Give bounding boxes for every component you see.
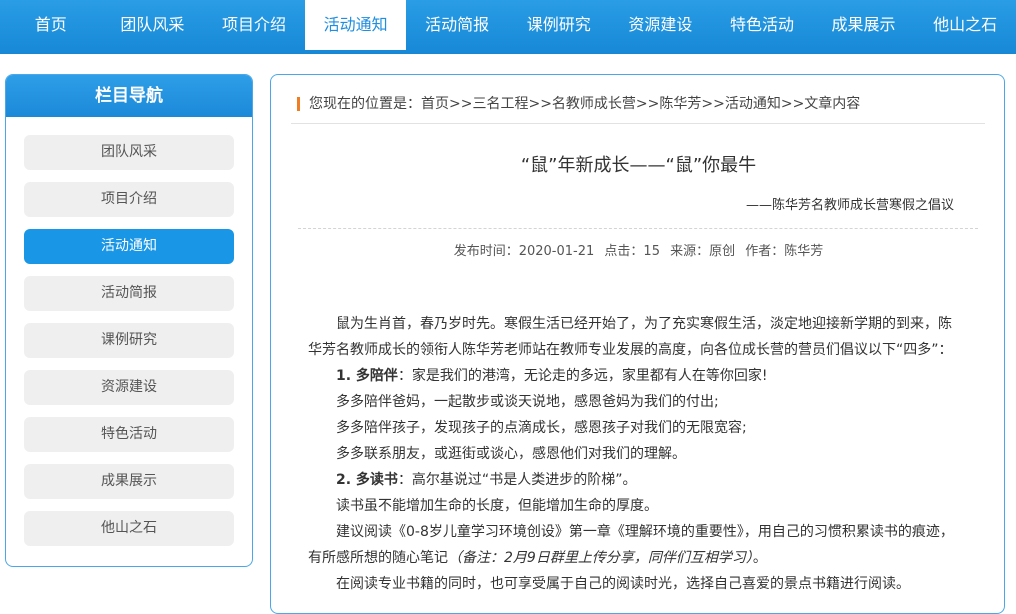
sidebar-item-achievements[interactable]: 成果展示 — [24, 464, 234, 499]
section-2-line: 读书虽不能增加生命的长度，但能增加生命的厚度。 — [336, 498, 658, 514]
nav-activity-notice[interactable]: 活动通知 — [304, 0, 407, 50]
article-meta: 发布时间：2020-01-21 点击：15 来源：原创 作者：陈华芳 — [271, 240, 1004, 259]
section-2-reading-suggestion: 建议阅读《0-8岁儿童学习环境创设》第一章《理解环境的重要性》，用自己的习惯积累… — [308, 519, 956, 571]
sidebar-list: 团队风采 项目介绍 活动通知 活动简报 课例研究 资源建设 特色活动 成果展示 … — [24, 135, 234, 558]
nav-home[interactable]: 首页 — [0, 0, 102, 50]
breadcrumb-text: 您现在的位置是：首页>>三名工程>>名教师成长营>>陈华芳>>活动通知>>文章内… — [309, 96, 861, 112]
sidebar: 栏目导航 团队风采 项目介绍 活动通知 活动简报 课例研究 资源建设 特色活动 … — [5, 74, 253, 567]
nav-resources[interactable]: 资源建设 — [610, 0, 712, 50]
nav-lesson-research[interactable]: 课例研究 — [508, 0, 610, 50]
top-nav: 首页 团队风采 项目介绍 活动通知 活动简报 课例研究 资源建设 特色活动 成果… — [0, 0, 1016, 54]
sidebar-item-other-stones[interactable]: 他山之石 — [24, 511, 234, 546]
nav-achievements[interactable]: 成果展示 — [813, 0, 915, 50]
section-1-text: ：家是我们的港湾，无论走的多远，家里都有人在等你回家! — [397, 368, 768, 384]
sidebar-item-special-activities[interactable]: 特色活动 — [24, 417, 234, 452]
section-2-label: 2. 多读书 — [336, 472, 398, 488]
section-2-line: 在阅读专业书籍的同时，也可享受属于自己的阅读时光，选择自己喜爱的景点书籍进行阅读… — [336, 576, 910, 592]
nav-team[interactable]: 团队风采 — [102, 0, 204, 50]
sidebar-item-project[interactable]: 项目介绍 — [24, 182, 234, 217]
breadcrumb: 您现在的位置是：首页>>三名工程>>名教师成长营>>陈华芳>>活动通知>>文章内… — [291, 94, 985, 124]
reading-suggestion-end: 。 — [752, 550, 767, 566]
section-1-label: 1. 多陪伴 — [336, 368, 398, 384]
sidebar-item-activity-brief[interactable]: 活动简报 — [24, 276, 234, 311]
breadcrumb-marker — [297, 97, 300, 111]
section-2-text: ：高尔基说过“书是人类进步的阶梯”。 — [397, 472, 637, 488]
click-count: 点击：15 — [604, 244, 660, 259]
section-1-line: 多多陪伴孩子，发现孩子的点滴成长，感恩孩子对我们的无限宽容; — [336, 420, 747, 436]
nav-other-stones[interactable]: 他山之石 — [914, 0, 1016, 50]
article-panel: 您现在的位置是：首页>>三名工程>>名教师成长营>>陈华芳>>活动通知>>文章内… — [270, 74, 1005, 614]
sidebar-item-resources[interactable]: 资源建设 — [24, 370, 234, 405]
article-subtitle: ——陈华芳名教师成长营寒假之倡议 — [745, 198, 954, 213]
section-1-heading: 1. 多陪伴：家是我们的港湾，无论走的多远，家里都有人在等你回家! — [308, 363, 956, 389]
nav-special-activities[interactable]: 特色活动 — [711, 0, 813, 50]
nav-project[interactable]: 项目介绍 — [203, 0, 305, 50]
article-body: 鼠为生肖首，春乃岁时先。寒假生活已经开始了，为了充实寒假生活，淡定地迎接新学期的… — [308, 311, 956, 597]
reading-note: （备注：2月9日群里上传分享，同伴们互相学习） — [448, 550, 753, 566]
sidebar-title: 栏目导航 — [6, 75, 252, 117]
article-author: 作者：陈华芳 — [745, 244, 824, 259]
intro-paragraph: 鼠为生肖首，春乃岁时先。寒假生活已经开始了，为了充实寒假生活，淡定地迎接新学期的… — [308, 316, 953, 358]
section-1-line: 多多陪伴爸妈，一起散步或谈天说地，感恩爸妈为我们的付出; — [336, 394, 719, 410]
sidebar-item-lesson-research[interactable]: 课例研究 — [24, 323, 234, 358]
sidebar-item-activity-notice[interactable]: 活动通知 — [24, 229, 234, 264]
sidebar-item-team[interactable]: 团队风采 — [24, 135, 234, 170]
nav-activity-brief[interactable]: 活动简报 — [406, 0, 508, 50]
article-source: 来源：原创 — [670, 244, 736, 259]
publish-date: 发布时间：2020-01-21 — [453, 244, 595, 259]
title-divider — [298, 228, 978, 229]
section-1-line: 多多联系朋友，或逛街或谈心，感恩他们对我们的理解。 — [336, 446, 686, 462]
section-2-heading: 2. 多读书：高尔基说过“书是人类进步的阶梯”。 — [308, 467, 956, 493]
article-title: “鼠”年新成长——“鼠”你最牛 — [520, 155, 757, 176]
